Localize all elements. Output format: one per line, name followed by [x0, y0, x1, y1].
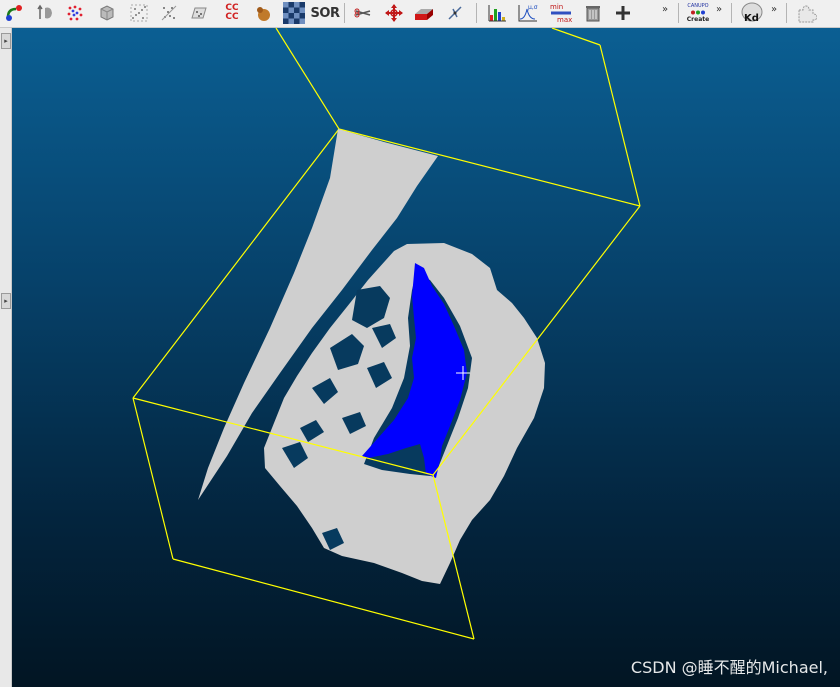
fruit-icon[interactable] — [252, 2, 274, 24]
toolbar-separator — [678, 3, 679, 23]
plus-icon[interactable] — [612, 2, 634, 24]
dock-toggle-handle[interactable]: ▸ — [1, 33, 11, 49]
histogram-icon[interactable] — [486, 2, 508, 24]
bbox-edge — [599, 44, 641, 207]
bbox-edge — [551, 28, 601, 46]
scatter-icon[interactable] — [128, 2, 150, 24]
toolbar-overflow-button[interactable]: » — [771, 4, 777, 15]
stats-icon[interactable]: μ,σ — [517, 2, 539, 24]
point-cloud-scene[interactable] — [12, 28, 840, 687]
svg-text:min: min — [550, 3, 563, 11]
checker-icon[interactable] — [283, 2, 305, 24]
cube-icon[interactable] — [96, 2, 118, 24]
watermark-text: CSDN @睡不醒的Michael, — [630, 658, 828, 677]
canupo-icon[interactable]: CANUPO Create — [684, 2, 712, 24]
fit-plane-icon[interactable] — [188, 2, 210, 24]
sor-icon[interactable]: SOR — [311, 2, 340, 24]
point-pick-icon[interactable] — [35, 2, 57, 24]
sample-icon[interactable] — [64, 2, 86, 24]
toolbar-overflow-button[interactable]: » — [662, 4, 668, 15]
dock-toggle-handle[interactable]: ▸ — [1, 293, 11, 309]
left-dock-strip: ▸ ▸ — [0, 28, 12, 687]
trash-icon[interactable] — [582, 2, 604, 24]
3d-viewport[interactable]: CSDN @睡不醒的Michael, — [12, 28, 840, 687]
scissors-icon[interactable] — [352, 2, 374, 24]
segment-box-icon[interactable] — [413, 2, 435, 24]
noise-icon[interactable] — [158, 2, 180, 24]
minmax-icon[interactable]: min max — [549, 2, 573, 24]
toolbar-separator — [786, 3, 787, 23]
svg-text:μ,σ: μ,σ — [528, 4, 538, 11]
svg-text:max: max — [557, 16, 572, 24]
main-toolbar: CC CC SOR μ,σ min max » CANUPO Create » … — [0, 0, 840, 28]
bbox-edge — [275, 28, 340, 130]
cccc-icon[interactable]: CC CC — [221, 2, 243, 24]
kd-icon[interactable]: Kd — [740, 2, 764, 24]
svg-text:Kd: Kd — [744, 13, 759, 24]
normals-icon[interactable] — [444, 2, 466, 24]
merge-icon[interactable] — [3, 2, 25, 24]
toolbar-separator — [731, 3, 732, 23]
toolbar-separator — [476, 3, 477, 23]
bbox-edge — [132, 397, 174, 560]
toolbar-overflow-button[interactable]: » — [716, 4, 722, 15]
plugin-icon[interactable] — [795, 2, 817, 24]
translate-icon[interactable] — [383, 2, 405, 24]
toolbar-separator — [344, 3, 345, 23]
